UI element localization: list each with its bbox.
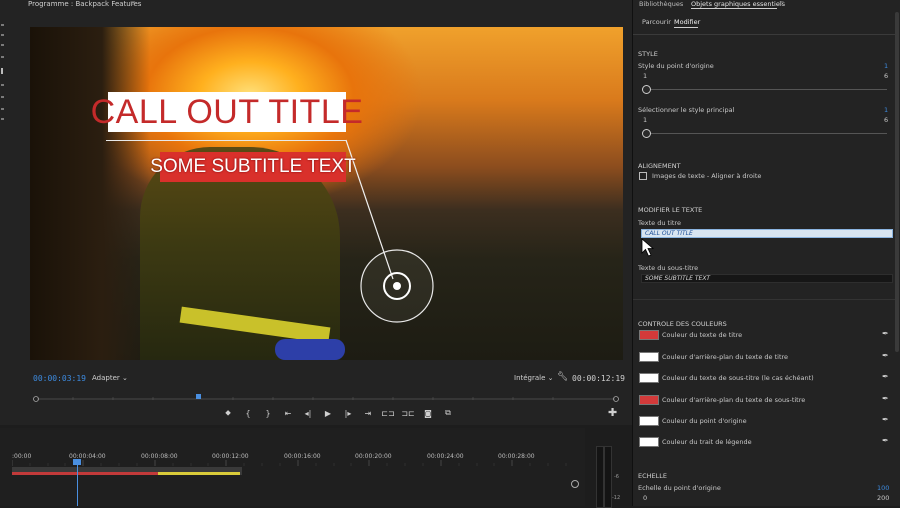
- add-button-icon[interactable]: ✚: [608, 406, 617, 419]
- callout-line-color-swatch[interactable]: [639, 437, 659, 447]
- callout-line-color-label: Couleur du trait de légende: [662, 438, 752, 446]
- subtab-edit[interactable]: Modifier: [674, 18, 700, 26]
- main-style-track[interactable]: [647, 133, 887, 134]
- go-to-out-icon[interactable]: ⇥: [358, 406, 378, 420]
- title-bg-color-label: Couleur d'arrière-plan du texte de titre: [662, 353, 789, 361]
- origin-color-swatch[interactable]: [639, 416, 659, 426]
- callout-subtitle-text: SOME SUBTITLE TEXT: [150, 156, 356, 177]
- section-scale: ECHELLE: [638, 472, 667, 480]
- eyedropper-icon[interactable]: ✒︎: [882, 415, 889, 424]
- current-timecode[interactable]: 00:00:03:19: [33, 374, 86, 383]
- subtitle-text-label: Texte du sous-titre: [638, 264, 699, 272]
- eyedropper-icon[interactable]: ✒︎: [882, 394, 889, 403]
- program-title: Programme : Backpack Features: [28, 0, 142, 8]
- main-style-value[interactable]: 1: [884, 106, 888, 114]
- mark-in-icon[interactable]: {: [238, 406, 258, 420]
- origin-style-label: Style du point d'origine: [638, 62, 714, 70]
- tab-essential-graphics[interactable]: Objets graphiques essentiels: [691, 0, 785, 8]
- eyedropper-icon[interactable]: ✒︎: [882, 351, 889, 360]
- title-text-label: Texte du titre: [638, 219, 681, 227]
- title-bg-color-swatch[interactable]: [639, 352, 659, 362]
- eyedropper-icon[interactable]: ✒︎: [882, 372, 889, 381]
- section-edit-text: MODIFIER LE TEXTE: [638, 206, 703, 214]
- align-right-label: Images de texte - Aligner à droite: [652, 172, 762, 180]
- timeline-playhead[interactable]: [77, 460, 78, 506]
- subtitle-text-input[interactable]: SOME SUBTITLE TEXT: [641, 274, 893, 283]
- scrubber-playhead: [196, 394, 201, 399]
- subtitle-bg-color-swatch[interactable]: [639, 395, 659, 405]
- mouse-cursor-icon: [641, 238, 655, 257]
- scale-label: Echelle du point d'origine: [638, 484, 721, 492]
- compare-icon[interactable]: ⧉: [438, 406, 458, 420]
- title-text-input[interactable]: CALL OUT TITLE: [641, 229, 893, 238]
- subtitle-bg-color-label: Couleur d'arrière-plan du texte de sous-…: [662, 396, 806, 404]
- align-right-checkbox[interactable]: [639, 172, 647, 180]
- eyedropper-icon[interactable]: ✒︎: [882, 436, 889, 445]
- left-tool-strip: [0, 10, 10, 425]
- camera-icon[interactable]: ◙: [418, 406, 438, 420]
- step-back-icon[interactable]: ◂|: [298, 406, 318, 420]
- callout-title-text: CALL OUT TITLE: [90, 92, 364, 131]
- timeline-zoom-handle[interactable]: [571, 480, 579, 488]
- section-style: STYLE: [638, 50, 658, 58]
- step-forward-icon[interactable]: |▸: [338, 406, 358, 420]
- main-style-slider[interactable]: [642, 129, 651, 138]
- callout-title-underline: [106, 140, 346, 141]
- tab-libraries[interactable]: Bibliothèques: [639, 0, 683, 8]
- origin-style-value[interactable]: 1: [884, 62, 888, 70]
- overwrite-icon[interactable]: ⊐⊏: [398, 406, 418, 420]
- fit-dropdown[interactable]: Adapter ⌄: [92, 374, 128, 382]
- section-color-control: CONTROLE DES COULEURS: [638, 320, 727, 328]
- subtitle-color-swatch[interactable]: [639, 373, 659, 383]
- video-frame[interactable]: CALL OUT TITLE SOME SUBTITLE TEXT: [30, 27, 623, 360]
- panel-scrollbar[interactable]: [895, 12, 899, 352]
- transport-controls: ⬥ { } ⇤ ◂| ▶ |▸ ⇥ ⊏⊐ ⊐⊏ ◙ ⧉: [218, 406, 458, 420]
- essential-graphics-panel: Bibliothèques Objets graphiques essentie…: [632, 0, 900, 506]
- quality-dropdown[interactable]: Intégrale ⌄: [514, 374, 554, 382]
- panel-menu-icon[interactable]: ≡: [779, 0, 784, 7]
- program-scrubber[interactable]: [33, 394, 619, 402]
- program-header: Programme : Backpack Features ≡: [0, 0, 632, 10]
- origin-color-label: Couleur du point d'origine: [662, 417, 747, 425]
- title-color-swatch[interactable]: [639, 330, 659, 340]
- scale-value[interactable]: 100: [877, 484, 889, 492]
- marker-icon[interactable]: ⬥: [218, 406, 238, 420]
- duration-timecode: 00:00:12:19: [572, 374, 625, 383]
- eyedropper-icon[interactable]: ✒︎: [882, 329, 889, 338]
- origin-point: [393, 282, 401, 290]
- callout-graphic[interactable]: [30, 27, 623, 360]
- callout-title-box[interactable]: CALL OUT TITLE: [91, 92, 363, 132]
- panel-menu-icon[interactable]: ≡: [130, 0, 136, 7]
- audio-meter: -6 -12: [592, 438, 622, 508]
- render-status-red: [12, 472, 158, 475]
- origin-style-track[interactable]: [647, 89, 887, 90]
- origin-style-slider[interactable]: [642, 85, 651, 94]
- go-to-in-icon[interactable]: ⇤: [278, 406, 298, 420]
- timeline-ruler[interactable]: [12, 460, 572, 466]
- subtitle-color-label: Couleur du texte de sous-titre (le cas é…: [662, 374, 814, 382]
- insert-icon[interactable]: ⊏⊐: [378, 406, 398, 420]
- main-style-label: Sélectionner le style principal: [638, 106, 735, 114]
- callout-subtitle-box[interactable]: SOME SUBTITLE TEXT: [150, 152, 356, 182]
- play-icon[interactable]: ▶: [318, 406, 338, 420]
- mark-out-icon[interactable]: }: [258, 406, 278, 420]
- section-alignment: ALIGNEMENT: [638, 162, 681, 170]
- title-color-label: Couleur du texte de titre: [662, 331, 743, 339]
- wrench-icon[interactable]: 🔧︎: [557, 372, 568, 382]
- subtab-browse[interactable]: Parcourir: [642, 18, 671, 26]
- program-monitor: Programme : Backpack Features ≡ CALL OUT…: [0, 0, 632, 425]
- render-status-yellow: [158, 472, 240, 475]
